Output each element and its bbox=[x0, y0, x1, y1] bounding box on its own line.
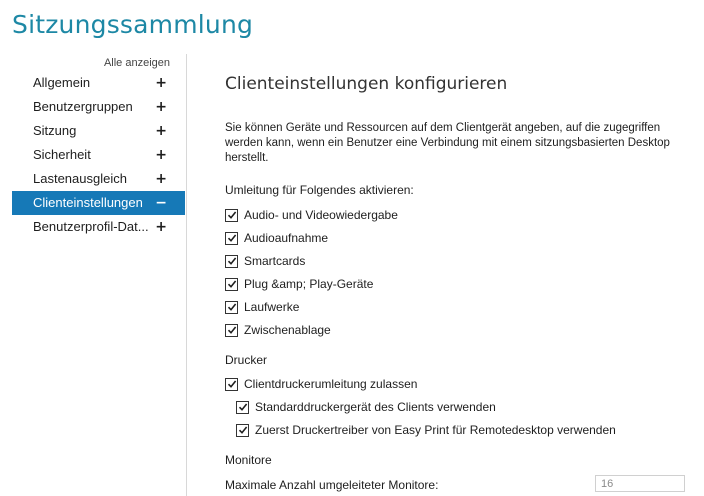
sidebar-item-benutzergruppen[interactable]: Benutzergruppen + bbox=[12, 95, 185, 119]
sidebar-item-benutzerprofil-datentraeger[interactable]: Benutzerprofil-Dat... + bbox=[12, 215, 185, 239]
checkbox-easy-print[interactable]: Zuerst Druckertreiber von Easy Print für… bbox=[236, 422, 616, 438]
sidebar-item-label: Sitzung bbox=[33, 123, 77, 138]
section-heading: Clienteinstellungen konfigurieren bbox=[225, 74, 508, 94]
max-monitors-input[interactable]: 16 bbox=[595, 475, 685, 492]
sidebar-item-label: Allgemein bbox=[33, 75, 91, 90]
checkbox-label: Zuerst Druckertreiber von Easy Print für… bbox=[255, 423, 616, 437]
checkbox-label: Laufwerke bbox=[244, 300, 300, 314]
expand-icon: + bbox=[155, 147, 167, 163]
page-title: Sitzungssammlung bbox=[12, 10, 254, 39]
expand-icon: + bbox=[155, 171, 167, 187]
expand-icon: + bbox=[155, 75, 167, 91]
checkbox-drives[interactable]: Laufwerke bbox=[225, 299, 299, 315]
checkbox-label: Audio- und Videowiedergabe bbox=[244, 208, 398, 222]
sidebar-divider bbox=[186, 54, 187, 496]
monitors-label: Monitore bbox=[225, 453, 272, 467]
checkbox-label: Zwischenablage bbox=[244, 323, 331, 337]
redirect-label: Umleitung für Folgendes aktivieren: bbox=[225, 183, 414, 197]
checkbox-checked-icon[interactable] bbox=[236, 400, 249, 414]
sidebar-item-label: Clienteinstellungen bbox=[33, 195, 143, 210]
sidebar-item-label: Benutzerprofil-Dat... bbox=[33, 219, 149, 234]
checkbox-checked-icon[interactable] bbox=[225, 323, 238, 337]
checkbox-label: Smartcards bbox=[244, 254, 306, 268]
sidebar-item-sitzung[interactable]: Sitzung + bbox=[12, 119, 185, 143]
sidebar-item-clienteinstellungen[interactable]: Clienteinstellungen − bbox=[12, 191, 185, 215]
checkbox-clipboard[interactable]: Zwischenablage bbox=[225, 322, 331, 338]
sidebar-item-sicherheit[interactable]: Sicherheit + bbox=[12, 143, 185, 167]
checkbox-smartcards[interactable]: Smartcards bbox=[225, 253, 305, 269]
expand-icon: + bbox=[155, 123, 167, 139]
show-all-link[interactable]: Alle anzeigen bbox=[103, 57, 170, 69]
checkbox-checked-icon[interactable] bbox=[225, 277, 238, 291]
sidebar-item-lastenausgleich[interactable]: Lastenausgleich + bbox=[12, 167, 185, 191]
expand-icon: + bbox=[155, 99, 167, 115]
max-monitors-label: Maximale Anzahl umgeleiteter Monitore: bbox=[225, 478, 439, 492]
checkbox-client-printer-redirect[interactable]: Clientdruckerumleitung zulassen bbox=[225, 376, 417, 392]
checkbox-checked-icon[interactable] bbox=[225, 231, 238, 245]
checkbox-checked-icon[interactable] bbox=[236, 423, 249, 437]
sidebar-item-allgemein[interactable]: Allgemein + bbox=[12, 71, 185, 95]
collapse-icon: − bbox=[155, 195, 167, 211]
checkbox-label: Clientdruckerumleitung zulassen bbox=[244, 377, 418, 391]
checkbox-checked-icon[interactable] bbox=[225, 254, 238, 268]
checkbox-plug-play[interactable]: Plug &amp; Play-Geräte bbox=[225, 276, 373, 292]
checkbox-label: Plug &amp; Play-Geräte bbox=[244, 277, 374, 291]
checkbox-checked-icon[interactable] bbox=[225, 208, 238, 222]
checkbox-label: Standarddruckergerät des Clients verwend… bbox=[255, 400, 496, 414]
checkbox-audio-recording[interactable]: Audioaufnahme bbox=[225, 230, 328, 246]
expand-icon: + bbox=[155, 219, 167, 235]
checkbox-audio-video[interactable]: Audio- und Videowiedergabe bbox=[225, 207, 398, 223]
sidebar-nav: Allgemein + Benutzergruppen + Sitzung + … bbox=[12, 71, 185, 239]
checkbox-checked-icon[interactable] bbox=[225, 300, 238, 314]
checkbox-checked-icon[interactable] bbox=[225, 377, 238, 391]
checkbox-default-printer[interactable]: Standarddruckergerät des Clients verwend… bbox=[236, 399, 496, 415]
sidebar-item-label: Lastenausgleich bbox=[33, 171, 127, 186]
sidebar-item-label: Sicherheit bbox=[33, 147, 91, 162]
sidebar-item-label: Benutzergruppen bbox=[33, 99, 133, 114]
checkbox-label: Audioaufnahme bbox=[244, 231, 329, 245]
section-description: Sie können Geräte und Ressourcen auf dem… bbox=[225, 122, 670, 164]
printer-label: Drucker bbox=[225, 353, 268, 367]
